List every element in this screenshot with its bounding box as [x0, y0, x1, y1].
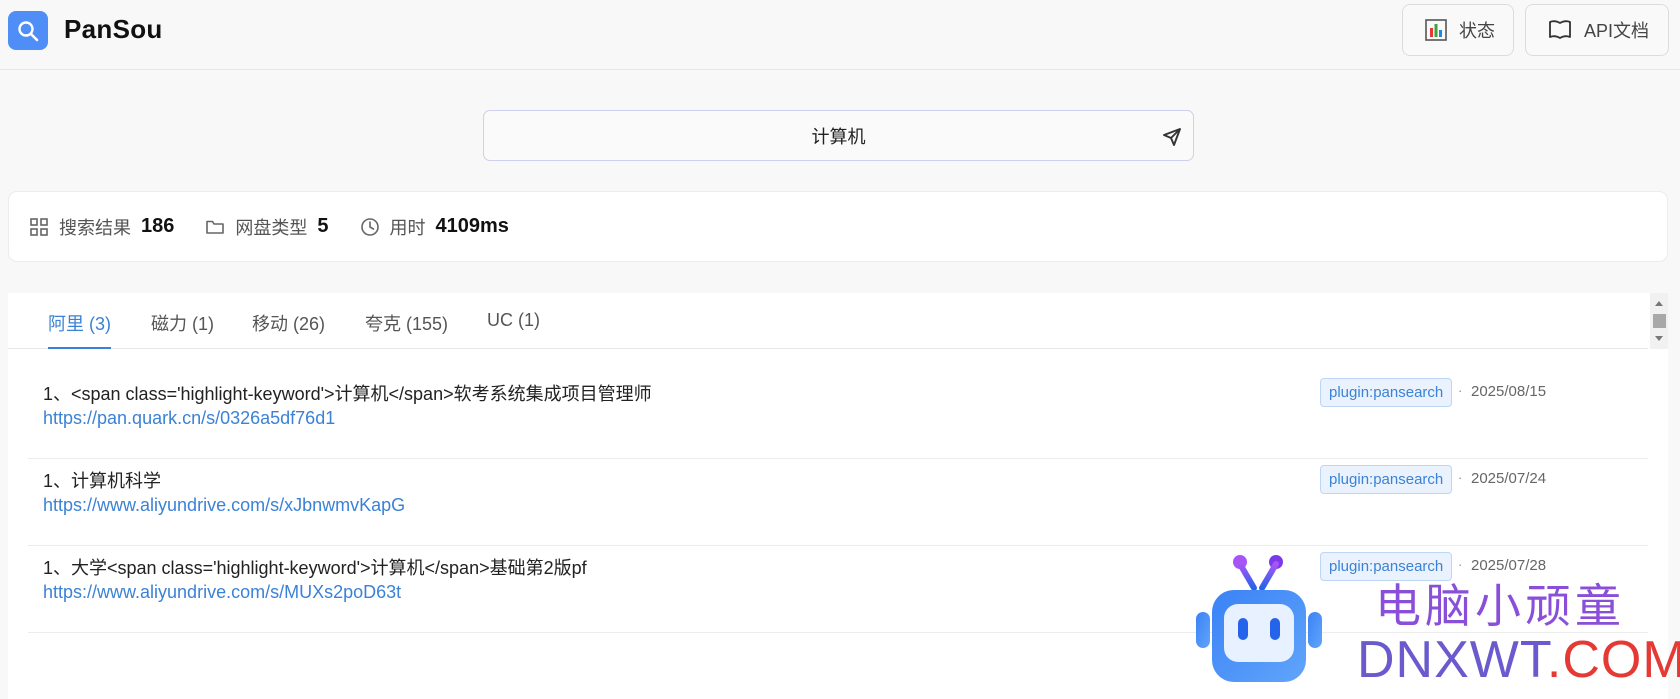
- stat-types-label: 网盘类型: [235, 217, 308, 238]
- source-tag: plugin:pansearch: [1320, 465, 1453, 494]
- result-title: 1、大学<span class='highlight-keyword'>计算机<…: [43, 558, 587, 578]
- stat-time: 用时 4109ms: [360, 214, 509, 240]
- tab-mobile[interactable]: 移动 (26): [252, 310, 325, 349]
- source-tag: plugin:pansearch: [1320, 378, 1453, 407]
- grid-icon: [29, 217, 49, 237]
- watermark-en: DNXWT.COM: [1357, 630, 1680, 690]
- tab-quark[interactable]: 夸克 (155): [365, 310, 448, 349]
- top-bar: PanSou 状态 API文档: [0, 0, 1680, 70]
- scroll-down-arrow-icon[interactable]: [1655, 336, 1663, 341]
- stat-results: 搜索结果 186: [29, 214, 174, 240]
- bar-chart-icon: [1425, 19, 1447, 41]
- watermark: 电脑小顽童 DNXWT.COM: [1185, 550, 1680, 690]
- scroll-thumb[interactable]: [1653, 314, 1666, 328]
- stat-time-value: 4109ms: [435, 215, 509, 237]
- api-docs-label: API文档: [1584, 21, 1650, 41]
- result-title: 1、计算机科学: [43, 471, 162, 491]
- result-date: 2025/08/15: [1471, 383, 1547, 400]
- tab-uc[interactable]: UC (1): [487, 310, 540, 349]
- api-docs-button[interactable]: API文档: [1525, 4, 1669, 56]
- watermark-en-a: DNXWT: [1357, 631, 1547, 689]
- stat-results-value: 186: [141, 215, 175, 237]
- search-logo-icon[interactable]: [8, 11, 48, 50]
- tabs-scrollbar[interactable]: [1650, 293, 1668, 349]
- result-title: 1、<span class='highlight-keyword'>计算机</s…: [43, 384, 652, 404]
- separator-dot: ·: [1458, 383, 1463, 398]
- separator-dot: ·: [1458, 470, 1463, 485]
- result-link[interactable]: https://www.aliyundrive.com/s/xJbnwmvKap…: [43, 495, 405, 516]
- search-stats: 搜索结果 186 网盘类型 5 用时 4109ms: [8, 191, 1668, 262]
- folder-icon: [205, 217, 225, 237]
- send-icon[interactable]: [1160, 125, 1184, 149]
- search-box: [483, 110, 1194, 161]
- result-date: 2025/07/24: [1471, 470, 1547, 487]
- result-link[interactable]: https://pan.quark.cn/s/0326a5df76d1: [43, 408, 335, 429]
- scroll-up-arrow-icon[interactable]: [1655, 301, 1663, 306]
- app-title[interactable]: PanSou: [64, 14, 163, 45]
- result-item: 1、<span class='highlight-keyword'>计算机</s…: [28, 372, 1648, 459]
- pan-type-tabs: 阿里 (3) 磁力 (1) 移动 (26) 夸克 (155) UC (1): [8, 293, 1648, 349]
- watermark-cn: 电脑小顽童: [1375, 580, 1625, 632]
- tab-aliyun[interactable]: 阿里 (3): [48, 310, 111, 349]
- stat-results-label: 搜索结果: [59, 217, 131, 238]
- result-item: 1、计算机科学 https://www.aliyundrive.com/s/xJ…: [28, 459, 1648, 546]
- status-button-label: 状态: [1459, 21, 1495, 41]
- tab-magnet[interactable]: 磁力 (1): [151, 310, 214, 349]
- robot-logo-icon: [1196, 555, 1322, 682]
- search-input[interactable]: [484, 111, 1193, 160]
- result-link[interactable]: https://www.aliyundrive.com/s/MUXs2poD63…: [43, 582, 401, 603]
- stat-time-label: 用时: [389, 217, 426, 238]
- watermark-en-b: .COM: [1546, 631, 1680, 689]
- stat-types-value: 5: [317, 215, 329, 237]
- stat-types: 网盘类型 5: [205, 214, 329, 240]
- book-icon: [1548, 19, 1572, 41]
- status-button[interactable]: 状态: [1402, 4, 1514, 56]
- clock-icon: [360, 217, 380, 237]
